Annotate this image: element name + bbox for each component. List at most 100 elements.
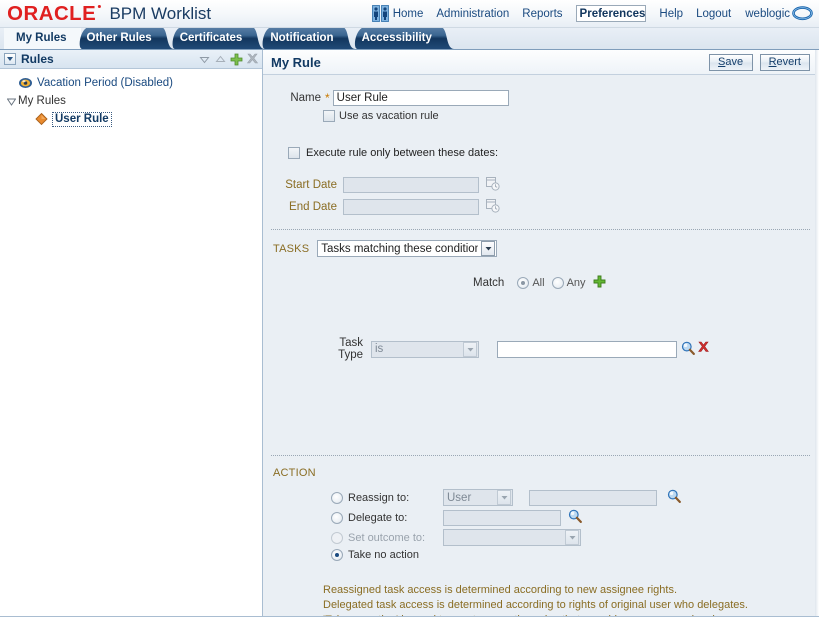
delegate-to-radio[interactable] <box>331 511 343 524</box>
tab-other-rules[interactable]: Other Rules <box>75 28 174 49</box>
tab-notification-label: Notification <box>270 32 334 44</box>
end-date-input[interactable] <box>343 199 479 215</box>
tab-certificates[interactable]: Certificates <box>168 28 265 49</box>
action-help-line-1: Reassigned task access is determined acc… <box>323 584 678 596</box>
action-reassign-row: Reassign to: User <box>331 489 681 506</box>
tasks-section-label: TASKS <box>273 242 310 255</box>
start-date-calendar-clock-icon[interactable] <box>485 176 500 194</box>
vacation-eye-icon <box>18 76 33 90</box>
set-outcome-select[interactable] <box>443 529 581 546</box>
set-outcome-to-label: Set outcome to: <box>348 531 426 544</box>
reassign-to-label: Reassign to: <box>348 491 410 504</box>
task-type-operator-select[interactable]: is <box>371 340 479 358</box>
chevron-down-icon-tasks <box>481 241 496 256</box>
user-status-icon[interactable] <box>792 6 813 21</box>
tree-label-user-rule[interactable]: User Rule <box>52 111 112 127</box>
chevron-down-icon-operator <box>463 341 477 357</box>
global-link-home[interactable]: Home <box>393 8 424 20</box>
move-down-icon[interactable] <box>198 53 211 66</box>
match-all-radio[interactable] <box>517 277 530 289</box>
action-section-label-wrap: ACTION <box>273 467 316 479</box>
use-as-vacation-rule-checkbox[interactable] <box>323 110 335 122</box>
tab-accessibility[interactable]: Accessibility <box>350 28 454 49</box>
chevron-down-icon[interactable] <box>4 53 16 65</box>
tasks-condition-select-value: Tasks matching these conditions <box>321 242 479 255</box>
tree-twisty-expanded-icon[interactable] <box>4 97 18 106</box>
brand-bar: ORACLE BPM Worklist Home Administration … <box>0 0 819 28</box>
match-any-radio[interactable] <box>551 277 564 289</box>
move-up-icon[interactable] <box>214 53 227 66</box>
match-label: Match <box>473 277 505 289</box>
tab-my-rules[interactable]: My Rules <box>4 28 81 49</box>
rules-panel: Rules Vacation Period (Disabled) My Rule… <box>0 50 263 617</box>
rule-form: Name * Use as vacation rule Execute rule… <box>263 75 818 617</box>
end-date-calendar-clock-icon[interactable] <box>485 198 500 216</box>
action-take-no-action-row: Take no action <box>331 549 419 561</box>
match-all-label: All <box>532 277 545 289</box>
search-magnifier-icon-delegate[interactable] <box>568 509 582 526</box>
rule-detail-header: My Rule Save Revert <box>263 50 818 75</box>
delete-rule-icon[interactable] <box>246 53 259 66</box>
match-row: Match All Any <box>473 275 606 291</box>
delete-red-x-icon[interactable] <box>697 341 710 357</box>
tree-row-my-rules[interactable]: My Rules <box>0 92 262 110</box>
name-row: Name * <box>277 90 509 106</box>
reassign-target-type-select[interactable]: User <box>443 489 513 506</box>
start-date-row: Start Date <box>277 176 500 194</box>
accessibility-icon[interactable] <box>371 5 389 22</box>
bpm-worklist-window: ORACLE BPM Worklist Home Administration … <box>0 0 819 617</box>
search-magnifier-icon-task-type[interactable] <box>681 341 695 358</box>
take-no-action-radio[interactable] <box>331 549 343 561</box>
global-link-administration[interactable]: Administration <box>436 8 509 20</box>
start-date-input[interactable] <box>343 177 479 193</box>
execute-between-dates-label: Execute rule only between these dates: <box>306 147 499 159</box>
execute-dates-row: Execute rule only between these dates: <box>288 147 498 159</box>
set-outcome-to-radio[interactable] <box>331 531 343 544</box>
tree-label-vacation-period[interactable]: Vacation Period (Disabled) <box>37 77 173 89</box>
global-link-reports[interactable]: Reports <box>522 8 562 20</box>
reassign-to-radio[interactable] <box>331 491 343 504</box>
action-delegate-row: Delegate to: <box>331 509 582 526</box>
revert-button[interactable]: Revert <box>759 53 810 71</box>
task-type-value-input[interactable] <box>497 340 677 358</box>
task-type-operator-value: is <box>375 343 384 355</box>
name-label: Name <box>290 92 321 104</box>
rules-panel-title: Rules <box>21 52 54 66</box>
tab-strip: My Rules Other Rules Certificates Notifi… <box>0 28 819 50</box>
delegate-target-input[interactable] <box>443 509 561 526</box>
execute-between-dates-checkbox[interactable] <box>288 147 300 159</box>
tasks-section-row: TASKS Tasks matching these conditions <box>273 240 498 257</box>
add-rule-icon[interactable] <box>230 53 243 66</box>
name-input[interactable] <box>332 90 509 106</box>
reassign-target-type-value: User <box>447 491 472 504</box>
chevron-down-icon-outcome <box>565 530 579 545</box>
global-link-logout[interactable]: Logout <box>696 8 731 20</box>
tab-accessibility-label: Accessibility <box>361 32 432 44</box>
add-green-plus-icon[interactable] <box>593 275 606 291</box>
reassign-target-input[interactable] <box>529 489 657 506</box>
save-button[interactable]: Save <box>708 53 753 71</box>
use-as-vacation-rule-label: Use as vacation rule <box>339 110 439 122</box>
tab-notification[interactable]: Notification <box>258 28 356 49</box>
tree-row-vacation-period[interactable]: Vacation Period (Disabled) <box>0 74 262 92</box>
rules-tree: Vacation Period (Disabled) My Rules User… <box>0 69 262 617</box>
rules-panel-header: Rules <box>0 50 262 69</box>
tasks-condition-select[interactable]: Tasks matching these conditions <box>317 240 498 257</box>
required-indicator: * <box>325 91 330 105</box>
divider-tasks <box>271 229 810 230</box>
global-links: Home Administration Reports Preferences … <box>393 5 731 22</box>
match-any-label: Any <box>566 277 586 289</box>
app-title: BPM Worklist <box>109 4 212 23</box>
divider-action <box>271 455 810 456</box>
page-title: My Rule <box>271 54 321 70</box>
chevron-down-icon-reassign <box>497 490 511 505</box>
search-magnifier-icon-reassign[interactable] <box>667 489 681 506</box>
revert-button-rest: evert <box>776 56 801 68</box>
tree-row-user-rule[interactable]: User Rule <box>0 110 262 128</box>
action-help-text: Reassigned task access is determined acc… <box>323 583 748 617</box>
current-user-label: weblogic <box>745 7 790 20</box>
oracle-logo: ORACLE <box>7 4 102 24</box>
global-link-help[interactable]: Help <box>659 8 683 20</box>
tree-label-my-rules[interactable]: My Rules <box>18 95 66 107</box>
global-link-preferences[interactable]: Preferences <box>575 5 647 22</box>
